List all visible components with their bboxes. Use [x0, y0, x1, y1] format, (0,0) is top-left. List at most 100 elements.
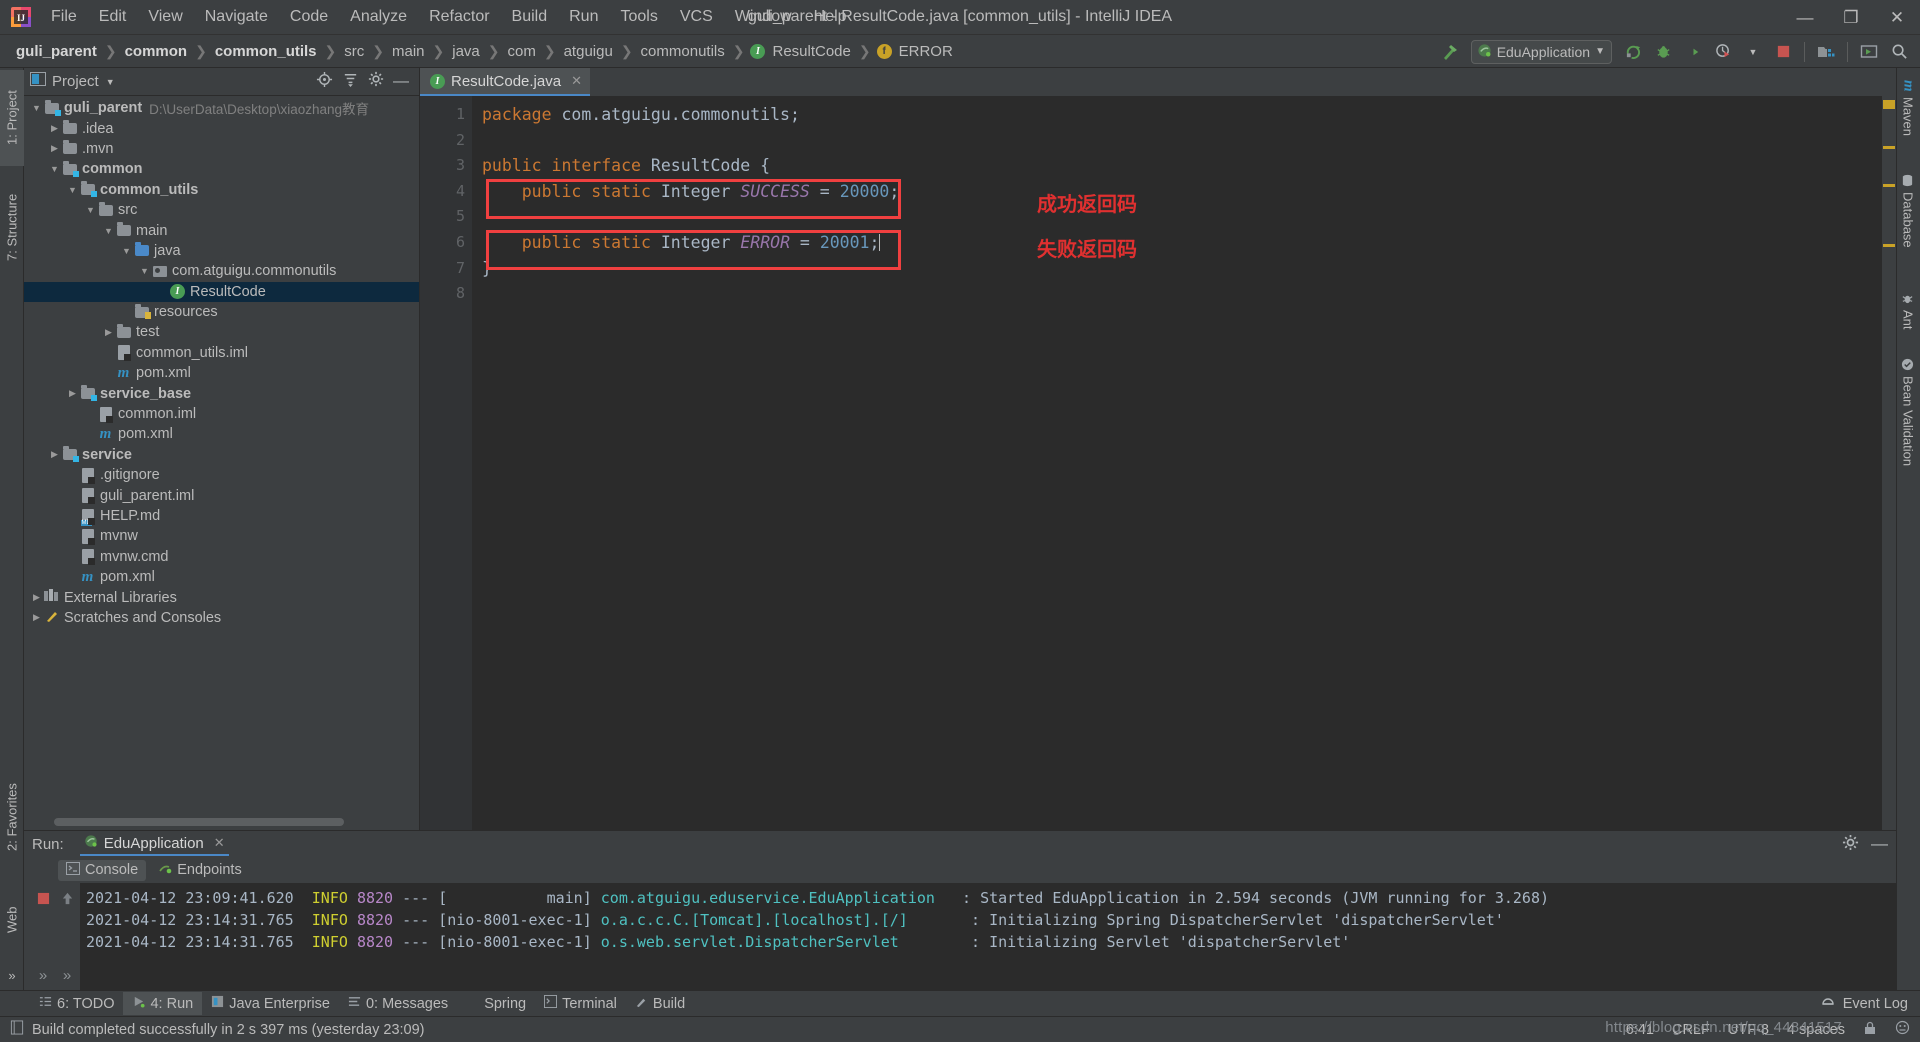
sidebar-item-project[interactable]: 1: Project [0, 70, 24, 166]
tree-node-test[interactable]: ▶ test [24, 322, 419, 342]
expand-icon[interactable]: » [32, 964, 54, 986]
code-line[interactable]: public static Integer ERROR = 20001; [482, 230, 1896, 256]
build-hammer-icon[interactable] [1437, 39, 1463, 65]
menu-run[interactable]: Run [558, 4, 609, 30]
bottom-tab-build[interactable]: Build [626, 992, 694, 1015]
chevron-right-icon[interactable]: ▶ [30, 612, 43, 623]
run-configuration-selector[interactable]: EduApplication ▼ [1470, 39, 1612, 64]
event-log-button[interactable]: Event Log [1821, 995, 1920, 1013]
chevron-down-icon[interactable]: ▼ [30, 103, 43, 113]
project-structure-icon[interactable] [1813, 39, 1839, 65]
chevron-right-icon[interactable]: ▶ [102, 327, 115, 338]
menu-file[interactable]: File [40, 4, 88, 30]
warning-marker[interactable] [1883, 146, 1895, 149]
chevron-down-icon[interactable]: ▼ [1740, 39, 1766, 65]
close-icon[interactable]: ✕ [571, 73, 582, 89]
menu-navigate[interactable]: Navigate [194, 4, 279, 30]
profiler-icon[interactable] [1710, 39, 1736, 65]
chevron-right-icon[interactable]: ▶ [66, 388, 79, 399]
chevron-down-icon[interactable]: ▼ [84, 205, 97, 215]
tree-node-pom-xml[interactable]: m pom.xml [24, 363, 419, 383]
tree-node-common[interactable]: ▼ common [24, 159, 419, 179]
tree-node-pom-xml[interactable]: m pom.xml [24, 567, 419, 587]
chevron-down-icon[interactable]: ▼ [66, 185, 79, 195]
chevron-right-icon[interactable]: ▶ [48, 143, 61, 154]
project-tree[interactable]: ▼ guli_parent D:\UserData\Desktop\xiaozhan… [24, 96, 419, 830]
locate-icon[interactable] [316, 71, 333, 93]
sidebar-item-maven[interactable]: m Maven [1896, 74, 1920, 160]
inspector-icon[interactable] [1895, 1020, 1910, 1039]
tree-node--gitignore[interactable]: .gitignore [24, 465, 419, 485]
tree-node-external-libraries[interactable]: ▶ External Libraries [24, 587, 419, 607]
tree-node-guli-parent-iml[interactable]: guli_parent.iml [24, 485, 419, 505]
menu-edit[interactable]: Edit [88, 4, 138, 30]
update-icon[interactable] [1856, 39, 1882, 65]
menu-help[interactable]: Help [803, 4, 858, 30]
tree-node-service[interactable]: ▶ service [24, 445, 419, 465]
run-config-tab[interactable]: EduApplication ✕ [79, 832, 229, 856]
collapse-all-icon[interactable] [342, 71, 359, 93]
tree-node-src[interactable]: ▼ src [24, 200, 419, 220]
tree-node-com-atguigu-commonutils[interactable]: ▼ com.atguigu.commonutils [24, 261, 419, 281]
tree-node-resultcode[interactable]: I ResultCode [24, 281, 419, 302]
chevron-down-icon[interactable]: ▼ [120, 246, 133, 256]
menu-tools[interactable]: Tools [609, 4, 668, 30]
tree-node-common-utils[interactable]: ▼ common_utils [24, 180, 419, 200]
breadcrumb-item-main[interactable]: main [390, 41, 427, 62]
sidebar-item-database[interactable]: Database [1896, 168, 1920, 278]
expand-tool-windows-icon[interactable]: » [0, 964, 24, 986]
console-output[interactable]: 2021-04-12 23:09:41.620 INFO 8820 --- [ … [80, 883, 1896, 990]
settings-gear-icon[interactable] [368, 71, 384, 92]
tree-node-mvnw[interactable]: mvnw [24, 526, 419, 546]
breadcrumb-item-error[interactable]: ERROR [897, 41, 955, 62]
menu-vcs[interactable]: VCS [669, 4, 724, 30]
warning-marker[interactable] [1883, 184, 1895, 187]
tree-node-main[interactable]: ▼ main [24, 220, 419, 240]
chevron-right-icon[interactable]: ▶ [48, 123, 61, 134]
indent-setting[interactable]: 4 spaces [1787, 1022, 1845, 1038]
sidebar-item-ant[interactable]: Ant [1896, 286, 1920, 344]
warning-marker[interactable] [1883, 244, 1895, 247]
tree-node-help-md[interactable]: MD HELP.md [24, 506, 419, 526]
sidebar-item-favorites[interactable]: 2: Favorites [0, 762, 24, 872]
line-separator[interactable]: CRLF [1672, 1022, 1710, 1038]
chevron-right-icon[interactable]: ▶ [48, 449, 61, 460]
tab-endpoints[interactable]: Endpoints [150, 860, 250, 881]
menu-window[interactable]: Window [724, 4, 803, 30]
code-line[interactable]: public interface ResultCode { [482, 153, 1896, 179]
breadcrumb-item-atguigu[interactable]: atguigu [562, 41, 615, 62]
bottom-tab-todo[interactable]: 6: TODO [30, 992, 123, 1015]
code-line[interactable] [482, 204, 1896, 230]
tree-node-pom-xml[interactable]: m pom.xml [24, 424, 419, 444]
breadcrumb-item-guli-parent[interactable]: guli_parent [14, 41, 99, 62]
file-encoding[interactable]: UTF-8 [1728, 1022, 1769, 1038]
breadcrumb-item-common[interactable]: common [123, 41, 190, 62]
hide-icon[interactable]: — [1871, 835, 1888, 852]
menu-view[interactable]: View [137, 4, 193, 30]
breadcrumb-item-resultcode[interactable]: ResultCode [770, 41, 852, 62]
tree-node-common-iml[interactable]: common.iml [24, 404, 419, 424]
chevron-down-icon[interactable]: ▼ [138, 266, 151, 276]
menu-code[interactable]: Code [279, 4, 339, 30]
bottom-tab-spring[interactable]: Spring [457, 992, 535, 1015]
source-code[interactable]: package com.atguigu.commonutils; public … [472, 96, 1896, 830]
project-tree-horizontal-scrollbar[interactable] [54, 818, 344, 826]
breadcrumb-item-commonutils[interactable]: commonutils [639, 41, 727, 62]
code-line[interactable]: package com.atguigu.commonutils; [482, 102, 1896, 128]
breadcrumb-item-common-utils[interactable]: common_utils [213, 41, 319, 62]
breadcrumb-item-src[interactable]: src [342, 41, 366, 62]
tree-node-resources[interactable]: resources [24, 302, 419, 322]
tree-node-scratches-and-consoles[interactable]: ▶ Scratches and Consoles [24, 608, 419, 628]
tree-node-mvnw-cmd[interactable]: mvnw.cmd [24, 547, 419, 567]
search-icon[interactable] [1886, 39, 1912, 65]
bottom-tab-java-enterprise[interactable]: Java Enterprise [202, 992, 339, 1015]
hide-icon[interactable]: — [393, 73, 409, 89]
menu-analyze[interactable]: Analyze [339, 4, 418, 30]
bottom-tab-messages[interactable]: 0: Messages [339, 992, 457, 1015]
tree-node-common-utils-iml[interactable]: common_utils.iml [24, 343, 419, 363]
sidebar-item-bean-validation[interactable]: Bean Validation [1896, 352, 1920, 500]
code-editor[interactable]: 1 2 3 4 5 6 7 8 package com.atguigu.commonutils… [420, 96, 1896, 830]
lock-icon[interactable] [1863, 1021, 1877, 1039]
stop-icon[interactable] [1770, 39, 1796, 65]
minimize-button[interactable]: — [1782, 0, 1828, 35]
